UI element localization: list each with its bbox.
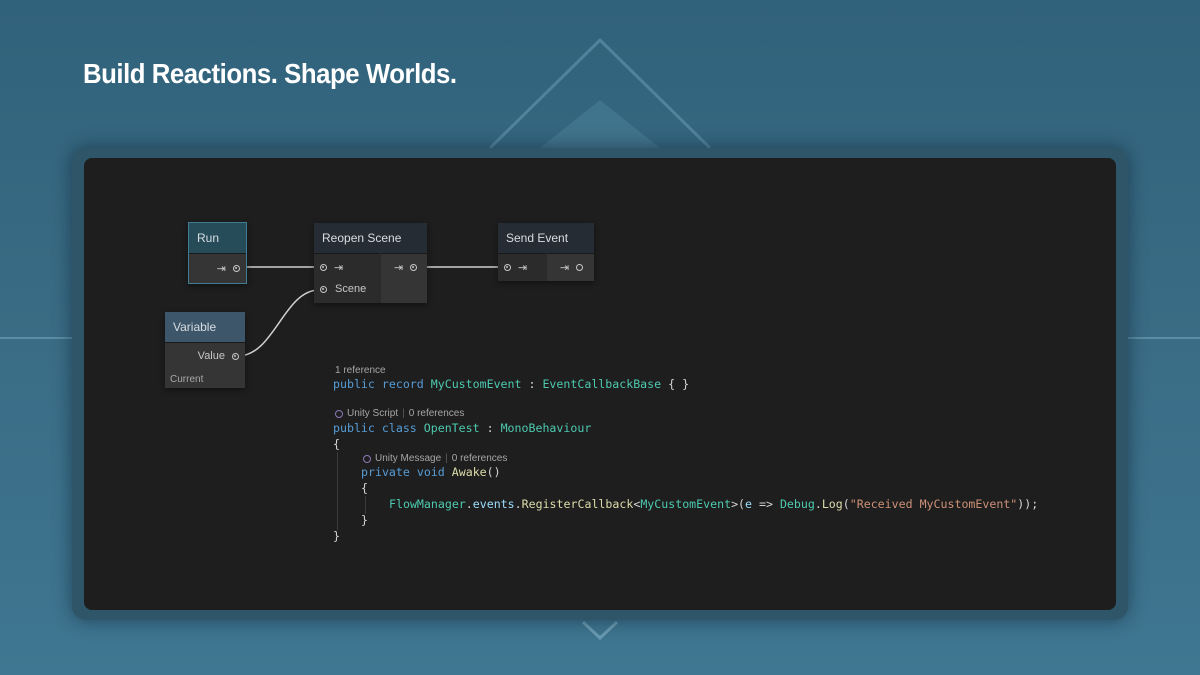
code-open-brace: { <box>333 437 340 451</box>
reopen-input-port[interactable] <box>320 263 327 271</box>
code-line-register: FlowManager.events.RegisterCallback<MyCu… <box>389 497 1039 511</box>
headline: Build Reactions. Shape Worlds. <box>83 58 457 89</box>
indent-guide <box>365 496 366 514</box>
indent-guide <box>337 452 338 530</box>
flow-out-icon: ⇥ <box>560 260 570 274</box>
variable-node-title: Variable <box>165 312 245 343</box>
flow-out-icon: ⇥ <box>216 261 226 275</box>
code-line-awake: private void Awake() <box>361 465 501 479</box>
code-lens-unity-message[interactable]: Unity Message | 0 references <box>363 453 507 464</box>
reopen-scene-node[interactable]: Reopen Scene ⇥ Scene ⇥ <box>314 223 427 303</box>
run-node[interactable]: Run ⇥ <box>188 222 247 284</box>
code-line-class: public class OpenTest : MonoBehaviour <box>333 421 592 435</box>
value-output-port[interactable] <box>232 352 239 360</box>
scene-input-label: Scene <box>335 283 367 295</box>
value-output-label: Value <box>197 350 225 362</box>
run-node-title: Run <box>189 223 246 254</box>
reopen-scene-node-title: Reopen Scene <box>314 223 427 254</box>
unity-icon <box>335 409 343 418</box>
code-inner-open-brace: { <box>361 481 368 495</box>
code-inner-close-brace: } <box>361 513 368 527</box>
variable-node[interactable]: Variable Value Current <box>165 312 245 388</box>
flow-in-icon: ⇥ <box>334 260 344 274</box>
variable-footer-label: Current <box>170 374 204 385</box>
code-lens-unity-script[interactable]: Unity Script | 0 references <box>335 408 464 419</box>
code-line-record: public record MyCustomEvent : EventCallb… <box>333 377 690 391</box>
code-lens-references[interactable]: 1 reference <box>335 365 386 376</box>
flow-out-icon: ⇥ <box>394 260 404 274</box>
reopen-output-port[interactable] <box>410 263 418 271</box>
send-output-port[interactable] <box>576 263 584 271</box>
scene-input-port[interactable] <box>320 285 327 293</box>
run-output-port[interactable] <box>233 264 240 272</box>
send-event-node[interactable]: Send Event ⇥ ⇥ <box>498 223 594 281</box>
flow-in-icon: ⇥ <box>518 260 528 274</box>
send-event-node-title: Send Event <box>498 223 594 254</box>
unity-icon <box>363 454 371 463</box>
code-close-brace: } <box>333 529 340 543</box>
send-input-port[interactable] <box>504 263 511 271</box>
editor-panel: Run ⇥ Reopen Scene ⇥ Scene ⇥ Send Event … <box>84 158 1116 610</box>
